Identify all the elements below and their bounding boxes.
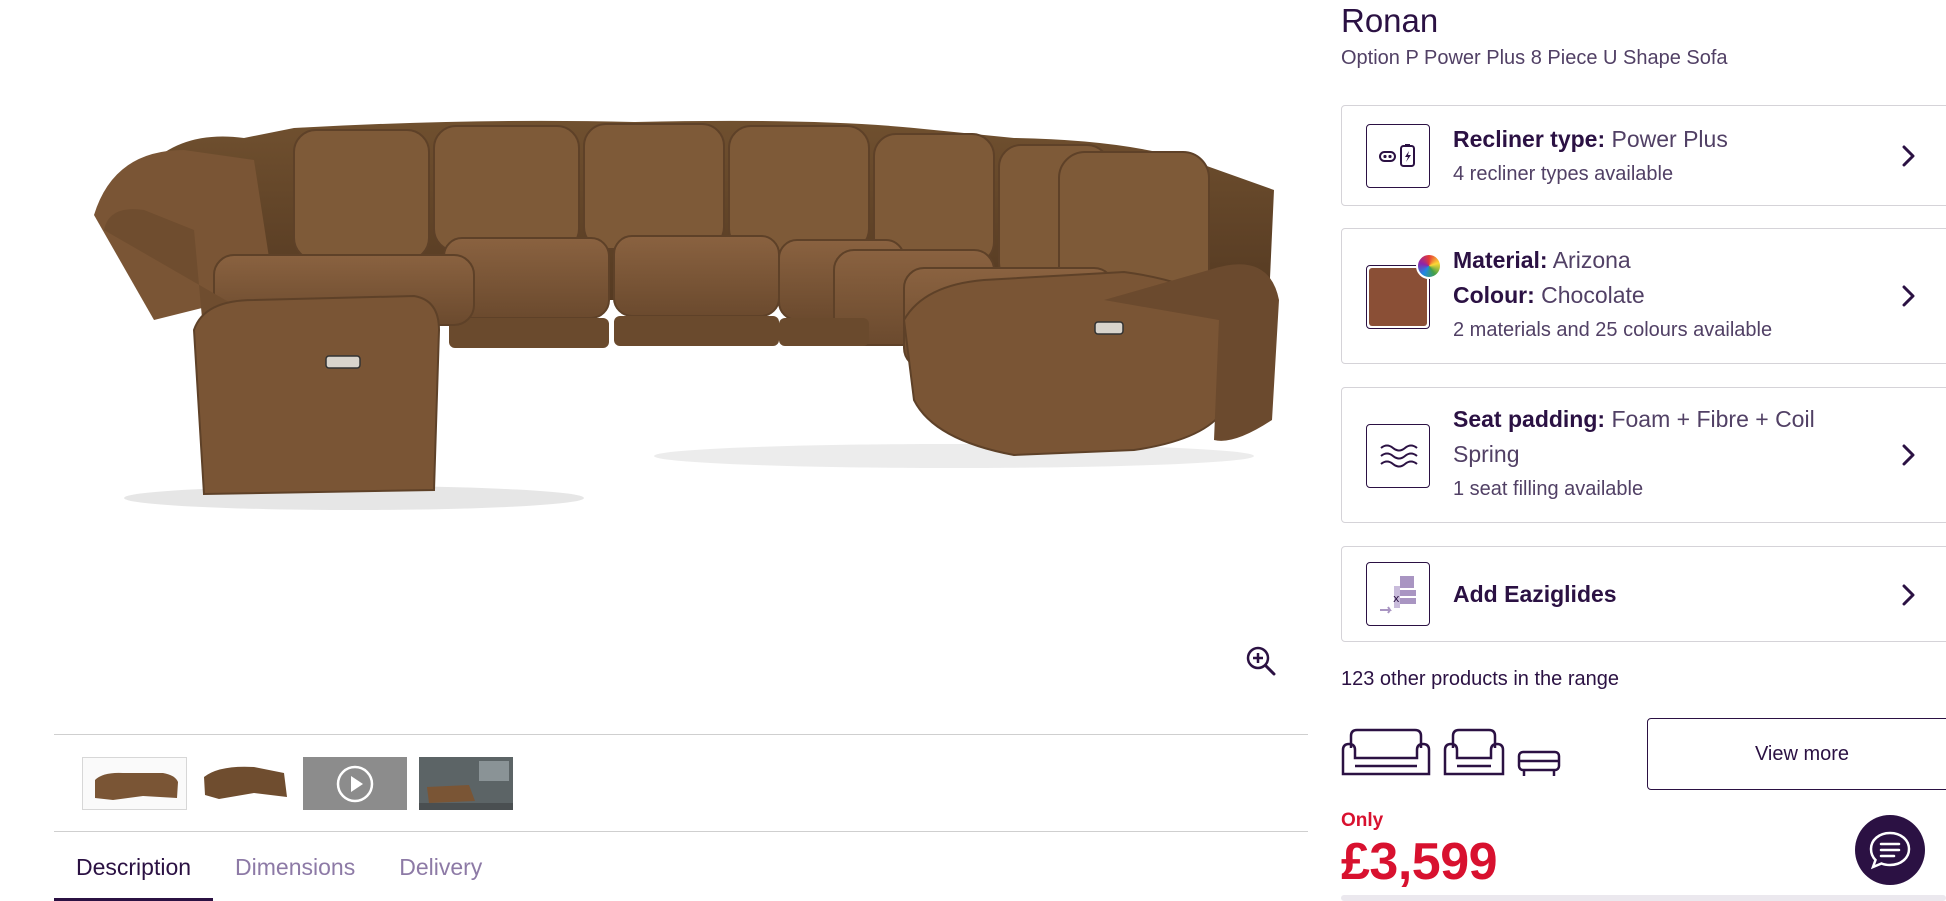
recliner-type-label: Recliner type: bbox=[1453, 126, 1606, 152]
colour-swatch bbox=[1369, 268, 1427, 326]
armchair-icon[interactable] bbox=[1443, 726, 1505, 778]
sofa-icon[interactable] bbox=[1341, 726, 1431, 778]
eaziglides-icon: x bbox=[1366, 562, 1430, 626]
seat-padding-label: Seat padding: bbox=[1453, 406, 1606, 432]
product-gallery: Description Dimensions Delivery bbox=[54, 0, 1308, 901]
product-title: Ronan bbox=[1341, 2, 1439, 39]
range-count-text: 123 other products in the range bbox=[1341, 668, 1619, 690]
product-subtitle: Option P Power Plus 8 Piece U Shape Sofa bbox=[1341, 47, 1728, 69]
svg-text:x: x bbox=[1393, 592, 1400, 605]
product-info-tabs: Description Dimensions Delivery bbox=[54, 832, 504, 901]
add-eaziglides-text: Add Eaziglides bbox=[1453, 577, 1617, 612]
chevron-right-icon bbox=[1897, 145, 1919, 167]
gallery-divider bbox=[54, 734, 1308, 735]
recliner-button-right bbox=[1094, 321, 1124, 335]
add-eaziglides-label: Add Eaziglides bbox=[1453, 581, 1617, 607]
seat-padding-note: 1 seat filling available bbox=[1453, 478, 1644, 500]
material-colour-option[interactable]: Material: Arizona Colour: Chocolate 2 ma… bbox=[1341, 228, 1946, 364]
colour-value: Chocolate bbox=[1541, 282, 1645, 308]
price-divider bbox=[1341, 895, 1946, 901]
tab-delivery[interactable]: Delivery bbox=[377, 832, 504, 901]
recliner-type-option[interactable]: Recliner type: Power Plus 4 recliner typ… bbox=[1341, 105, 1946, 206]
recliner-type-text: Recliner type: Power Plus 4 recliner typ… bbox=[1453, 122, 1728, 191]
sofa-thumbnail[interactable] bbox=[82, 757, 187, 810]
chat-button[interactable] bbox=[1855, 815, 1925, 885]
seat-padding-text: Seat padding: Foam + Fibre + Coil Spring… bbox=[1453, 402, 1863, 506]
add-eaziglides-option[interactable]: x Add Eaziglides bbox=[1341, 546, 1946, 642]
product-details-panel: Ronan Option P Power Plus 8 Piece U Shap… bbox=[1341, 0, 1946, 901]
zoom-in-icon bbox=[1246, 646, 1276, 676]
recliner-button-left bbox=[325, 355, 361, 369]
footstool-icon[interactable] bbox=[1517, 748, 1561, 778]
recliner-type-note: 4 recliner types available bbox=[1453, 163, 1674, 185]
video-thumbnail[interactable] bbox=[303, 757, 407, 810]
sofa-illustration bbox=[94, 120, 1279, 510]
room-scene-thumbnail[interactable] bbox=[419, 757, 513, 810]
colour-wheel-icon bbox=[1416, 253, 1442, 279]
chevron-right-icon bbox=[1897, 584, 1919, 606]
view-more-button[interactable]: View more bbox=[1647, 718, 1946, 790]
sofa-angle-thumbnail[interactable] bbox=[199, 757, 291, 810]
tab-description[interactable]: Description bbox=[54, 832, 214, 901]
colour-label: Colour: bbox=[1453, 282, 1535, 308]
product-price: £3,599 bbox=[1341, 833, 1498, 891]
material-colour-note: 2 materials and 25 colours available bbox=[1453, 319, 1773, 341]
seat-padding-icon bbox=[1366, 424, 1430, 488]
seat-padding-option[interactable]: Seat padding: Foam + Fibre + Coil Spring… bbox=[1341, 387, 1946, 523]
power-recliner-icon bbox=[1366, 124, 1430, 188]
material-value: Arizona bbox=[1552, 247, 1631, 273]
tab-dimensions[interactable]: Dimensions bbox=[213, 832, 377, 901]
recliner-type-value: Power Plus bbox=[1611, 126, 1728, 152]
price-prefix: Only bbox=[1341, 810, 1384, 831]
chevron-right-icon bbox=[1897, 444, 1919, 466]
chat-icon bbox=[1869, 831, 1911, 870]
chevron-right-icon bbox=[1897, 285, 1919, 307]
range-icons bbox=[1341, 726, 1561, 778]
material-label: Material: bbox=[1453, 247, 1548, 273]
play-icon bbox=[336, 765, 374, 802]
zoom-in-button[interactable] bbox=[1244, 644, 1284, 684]
material-colour-text: Material: Arizona Colour: Chocolate 2 ma… bbox=[1453, 243, 1772, 347]
thumbnail-strip bbox=[82, 757, 513, 810]
main-product-image[interactable] bbox=[54, 0, 1308, 706]
